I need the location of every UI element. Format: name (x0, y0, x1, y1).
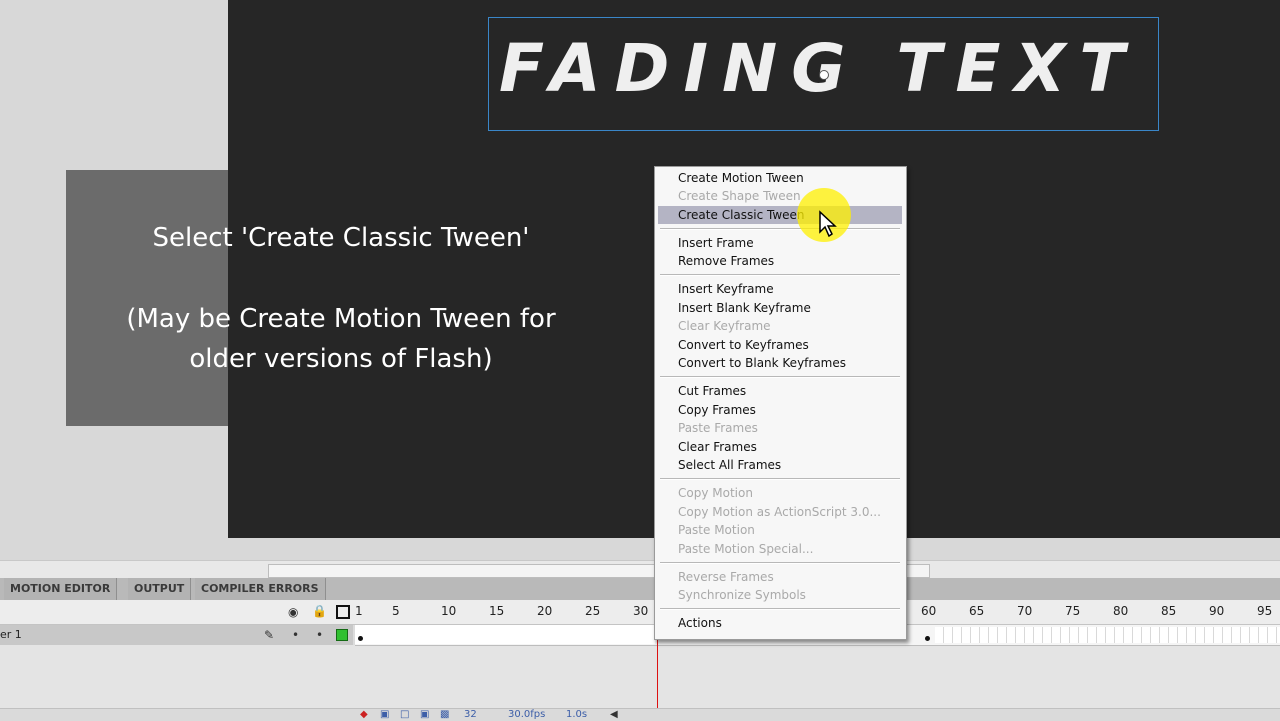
mouse-pointer-icon (819, 210, 837, 238)
modify-onion-markers-icon[interactable]: ▩ (440, 709, 449, 720)
menu-item-convert-to-blank-keyframes[interactable]: Convert to Blank Keyframes (658, 354, 902, 372)
menu-separator (660, 274, 900, 276)
panel-tab-bar: MOTION EDITOR OUTPUT COMPILER ERRORS (0, 578, 1280, 601)
menu-item-remove-frames[interactable]: Remove Frames (658, 252, 902, 270)
ruler-tick: 95 (1257, 604, 1273, 618)
keyframe-dot[interactable] (925, 636, 930, 641)
frame-rate[interactable]: 30.0fps (508, 709, 545, 720)
menu-item-create-shape-tween: Create Shape Tween (678, 189, 801, 203)
tab-motion-editor[interactable]: MOTION EDITOR (4, 578, 118, 600)
ruler-tick: 85 (1161, 604, 1177, 618)
menu-item-create-classic-tween[interactable]: Create Classic Tween (658, 206, 902, 224)
caption-line-1: Select 'Create Classic Tween' (152, 223, 530, 253)
registration-point-icon (819, 70, 829, 80)
menu-item-insert-keyframe[interactable]: Insert Keyframe (658, 280, 902, 298)
menu-item-synchronize-symbols: Synchronize Symbols (678, 588, 806, 602)
layer-name: er 1 (0, 628, 22, 641)
ruler-tick: 60 (921, 604, 937, 618)
outline-icon[interactable] (336, 605, 350, 619)
timeline-status-bar: ◆ ▣ □ ▣ ▩ 32 30.0fps 1.0s ◀ (0, 708, 1280, 721)
layer-name-cell[interactable]: er 1 ✎ • • (0, 625, 353, 645)
frame-span[interactable] (355, 625, 655, 644)
ruler-tick: 80 (1113, 604, 1129, 618)
selected-text-box[interactable]: FADING TEXT (488, 17, 1159, 131)
layer-color-icon[interactable] (336, 629, 348, 641)
visibility-dot-icon[interactable]: • (292, 625, 299, 645)
menu-item-paste-motion: Paste Motion (678, 523, 755, 537)
scroll-left-icon[interactable]: ◀ (610, 709, 618, 720)
menu-item-insert-blank-keyframe[interactable]: Insert Blank Keyframe (658, 299, 902, 317)
keyframe-dot[interactable] (358, 636, 363, 641)
menu-separator (660, 376, 900, 378)
menu-item-insert-frame[interactable]: Insert Frame (658, 234, 902, 252)
frame-ruler[interactable]: ◉ 🔒 1 5 10 15 20 25 30 60 65 70 75 80 85… (0, 600, 1280, 625)
menu-separator (660, 562, 900, 564)
elapsed-time: 1.0s (566, 709, 588, 720)
menu-item-paste-motion-special: Paste Motion Special... (678, 542, 814, 556)
ruler-tick: 30 (633, 604, 649, 618)
ruler-tick: 65 (969, 604, 985, 618)
ruler-tick: 5 (392, 604, 400, 618)
stage-horizontal-scrollbar[interactable] (0, 560, 1280, 579)
lock-icon[interactable]: 🔒 (312, 604, 327, 618)
menu-item-clear-frames[interactable]: Clear Frames (658, 438, 902, 456)
menu-item-copy-motion-as-actionscript: Copy Motion as ActionScript 3.0... (678, 505, 881, 519)
menu-item-select-all-frames[interactable]: Select All Frames (658, 456, 902, 474)
menu-item-cut-frames[interactable]: Cut Frames (658, 382, 902, 400)
menu-separator (660, 478, 900, 480)
tutorial-caption: Select 'Create Classic Tween' (May be Cr… (66, 218, 616, 379)
tab-output[interactable]: OUTPUT (128, 578, 192, 600)
current-frame: 32 (464, 709, 477, 720)
pencil-icon[interactable]: ✎ (264, 625, 274, 645)
menu-item-clear-keyframe: Clear Keyframe (678, 319, 771, 333)
menu-item-actions[interactable]: Actions (658, 614, 902, 632)
menu-item-reverse-frames: Reverse Frames (678, 570, 774, 584)
caption-line-2: (May be Create Motion Tween for (126, 304, 556, 334)
ruler-tick: 1 (355, 604, 363, 618)
eye-icon[interactable]: ◉ (288, 605, 298, 619)
menu-item-copy-motion: Copy Motion (678, 486, 753, 500)
empty-frame-cells[interactable] (935, 627, 1280, 643)
context-menu: Create Motion Tween Create Shape Tween C… (654, 166, 907, 640)
ruler-tick: 20 (537, 604, 553, 618)
center-frame-icon[interactable]: ◆ (360, 709, 368, 720)
menu-item-copy-frames[interactable]: Copy Frames (658, 401, 902, 419)
menu-item-paste-frames: Paste Frames (678, 421, 758, 435)
ruler-tick: 15 (489, 604, 505, 618)
menu-separator (660, 228, 900, 230)
ruler-tick: 70 (1017, 604, 1033, 618)
fading-text-title: FADING TEXT (499, 30, 1139, 107)
caption-line-3: older versions of Flash) (189, 344, 493, 374)
timeline-panel: ◉ 🔒 1 5 10 15 20 25 30 60 65 70 75 80 85… (0, 600, 1280, 720)
edit-multiple-frames-icon[interactable]: ▣ (420, 709, 429, 720)
ruler-tick: 25 (585, 604, 601, 618)
ruler-tick: 10 (441, 604, 457, 618)
tab-compiler-errors[interactable]: COMPILER ERRORS (195, 578, 326, 600)
onion-skin-outline-icon[interactable]: □ (400, 709, 409, 720)
ruler-tick: 75 (1065, 604, 1081, 618)
lock-dot-icon[interactable]: • (316, 625, 323, 645)
menu-item-create-motion-tween[interactable]: Create Motion Tween (658, 169, 902, 187)
onion-skin-icon[interactable]: ▣ (380, 709, 389, 720)
menu-item-convert-to-keyframes[interactable]: Convert to Keyframes (658, 336, 902, 354)
ruler-tick: 90 (1209, 604, 1225, 618)
menu-separator (660, 608, 900, 610)
